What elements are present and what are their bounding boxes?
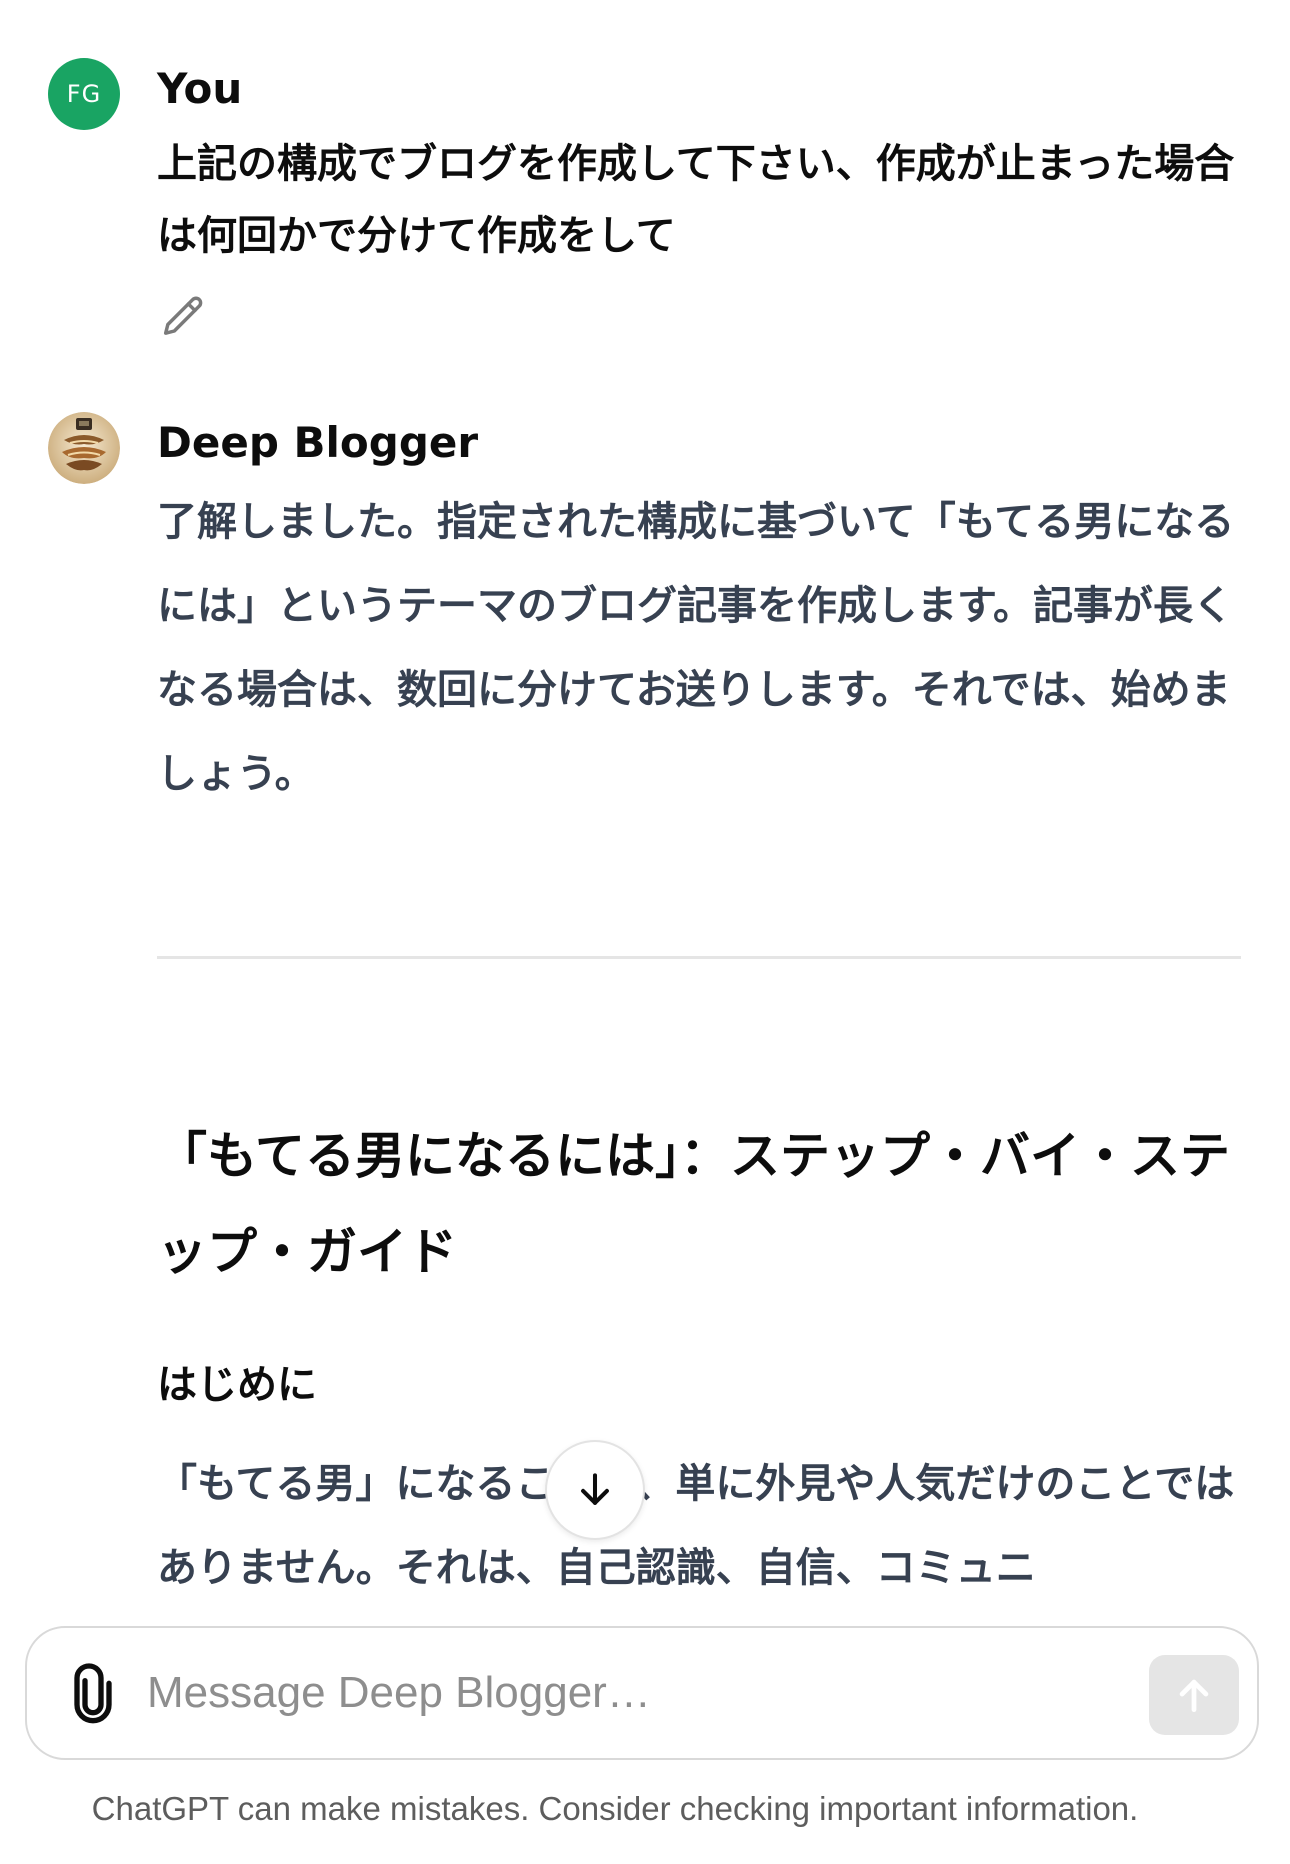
pencil-icon[interactable] — [157, 292, 209, 344]
user-author-name: You — [157, 64, 243, 113]
arrow-up-icon — [1179, 1679, 1209, 1713]
user-avatar: FG — [48, 58, 120, 130]
article-title: 「もてる男になるには」：ステップ・バイ・ステップ・ガイド — [157, 1127, 1230, 1281]
send-button[interactable] — [1149, 1655, 1239, 1735]
message-input[interactable] — [147, 1658, 947, 1728]
scroll-to-bottom-button[interactable] — [545, 1440, 645, 1540]
user-avatar-initials: FG — [66, 80, 102, 108]
user-message-text: 上記の構成でブログを作成して下さい、作成が止まった場合は何回かで分けて作成をして — [157, 141, 1235, 259]
section-heading: はじめに — [157, 1362, 317, 1408]
chat-page: FG You 上記の構成でブログを作成して下さい、作成が止まった場合は何回かで分… — [0, 0, 1290, 1864]
message-composer — [25, 1626, 1259, 1760]
arrow-down-icon — [581, 1473, 609, 1505]
paperclip-icon[interactable] — [61, 1662, 125, 1726]
disclaimer-text: ChatGPT can make mistakes. Consider chec… — [91, 1790, 1139, 1827]
divider — [157, 956, 1241, 959]
bot-author-name: Deep Blogger — [157, 418, 479, 467]
article-body-text: 「もてる男」になることは、単に外見や人気だけのことではありません。それは、自己認… — [157, 1461, 1235, 1591]
bot-intro-text: 了解しました。指定された構成に基づいて「もてる男になるには」というテーマのブログ… — [157, 499, 1235, 797]
deep-blogger-avatar — [48, 412, 120, 484]
